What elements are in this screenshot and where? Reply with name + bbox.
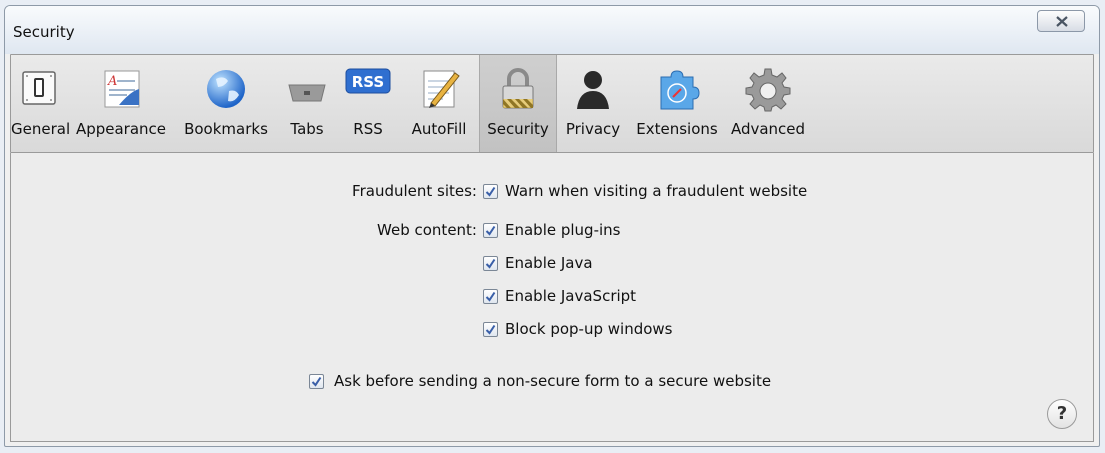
tab-bookmarks[interactable]: Bookmarks [175,55,277,152]
web-content-label: Web content: [377,221,477,239]
close-button[interactable] [1037,10,1085,32]
block-popups-row[interactable]: Block pop-up windows [483,320,673,338]
tab-rss-label: RSS [353,120,383,138]
tab-advanced-label: Advanced [730,120,806,138]
tab-extensions[interactable]: Extensions [631,55,723,152]
gear-icon [745,68,791,112]
block-popups-label: Block pop-up windows [505,320,673,338]
block-popups-checkbox[interactable] [483,321,498,337]
help-button[interactable]: ? [1047,399,1077,429]
nonsecure-form-checkbox[interactable] [309,373,324,389]
tab-general-label: General [11,120,71,138]
tab-extensions-label: Extensions [636,120,718,138]
security-panel: Fraudulent sites: Warn when visiting a f… [10,153,1094,442]
globe-icon [207,70,245,108]
nonsecure-form-label: Ask before sending a non-secure form to … [334,372,772,390]
checkmark-icon [485,258,496,269]
tab-appearance[interactable]: A Appearance [67,55,175,152]
tabs-icon [288,84,326,102]
tab-advanced[interactable]: Advanced [723,55,813,152]
rss-icon: RSS [345,68,391,94]
lock-icon [502,68,534,109]
preferences-window: Security General A Appearance Bookmarks … [4,5,1100,447]
tab-privacy-label: Privacy [565,120,621,138]
enable-plugins-row[interactable]: Enable plug-ins [483,221,620,239]
tab-general[interactable]: General [11,55,71,152]
tab-autofill[interactable]: AutoFill [399,55,479,152]
checkmark-icon [485,186,496,197]
enable-plugins-checkbox[interactable] [483,222,498,238]
fraudulent-warning-row[interactable]: Warn when visiting a fraudulent website [483,182,807,200]
tab-security[interactable]: Security [479,55,557,152]
person-icon [577,71,609,109]
enable-javascript-label: Enable JavaScript [505,287,637,305]
checkmark-icon [485,225,496,236]
tab-bookmarks-label: Bookmarks [184,120,268,138]
fraudulent-warning-label: Warn when visiting a fraudulent website [505,182,808,200]
rss-badge-text: RSS [352,73,384,91]
tab-rss[interactable]: RSS RSS [337,55,399,152]
enable-java-checkbox[interactable] [483,255,498,271]
enable-java-label: Enable Java [505,254,593,272]
puzzle-icon [660,70,700,110]
pencil-icon [423,70,460,108]
title-bar: Security [5,6,1099,54]
checkmark-icon [311,376,322,387]
enable-java-row[interactable]: Enable Java [483,254,593,272]
checkmark-icon [485,324,496,335]
appearance-icon: A [104,70,140,108]
close-icon [1056,16,1068,27]
fraudulent-sites-label: Fraudulent sites: [352,182,477,200]
tab-autofill-label: AutoFill [411,120,467,138]
tab-tabs[interactable]: Tabs [277,55,337,152]
preferences-toolbar: General A Appearance Bookmarks Tabs RSS … [10,54,1094,153]
fraudulent-warning-checkbox[interactable] [483,183,498,199]
svg-text:A: A [107,74,117,89]
enable-plugins-label: Enable plug-ins [505,221,621,239]
nonsecure-form-row[interactable]: Ask before sending a non-secure form to … [309,372,771,390]
switch-icon [22,71,56,105]
tab-security-label: Security [487,120,549,138]
tab-privacy[interactable]: Privacy [555,55,631,152]
checkmark-icon [485,291,496,302]
tab-tabs-label: Tabs [290,120,324,138]
enable-javascript-checkbox[interactable] [483,288,498,304]
window-title: Security [13,23,75,41]
tab-appearance-label: Appearance [75,120,167,138]
enable-javascript-row[interactable]: Enable JavaScript [483,287,636,305]
